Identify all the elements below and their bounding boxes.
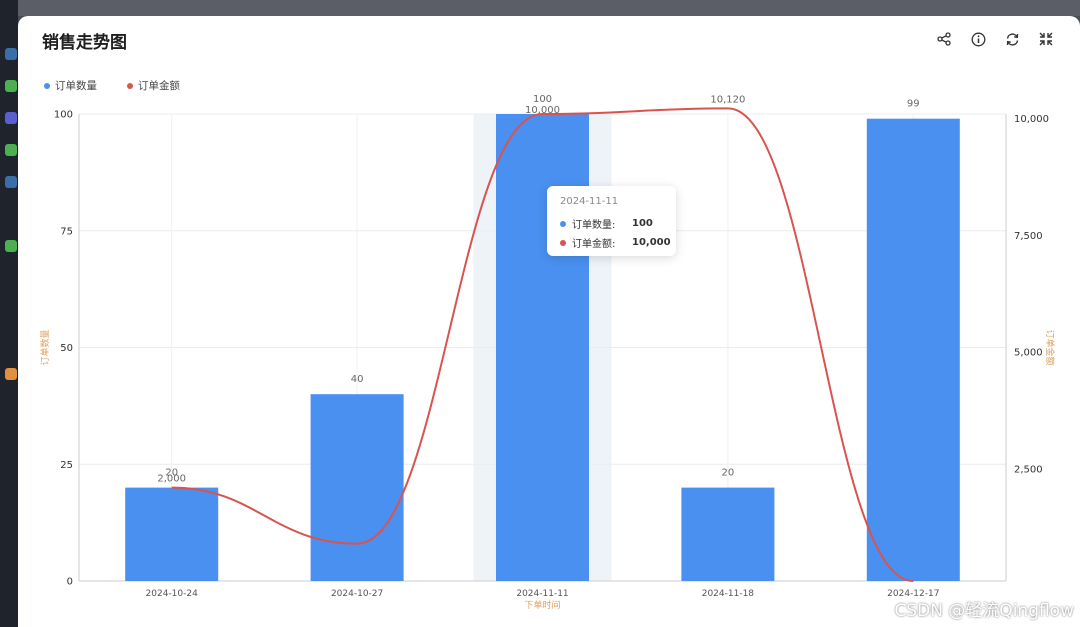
bar xyxy=(496,114,589,581)
y-tick-label: 50 xyxy=(60,343,73,354)
watermark: CSDN @轻流Qingflow xyxy=(894,601,1074,621)
x-tick-label: 2024-10-24 xyxy=(146,589,199,599)
chart-tooltip: 2024-11-11 订单数量: 100 订单金额: 10,000 xyxy=(547,186,676,256)
x-tick-label: 2024-10-27 xyxy=(331,589,383,599)
line-data-label: 10,120 xyxy=(710,94,745,105)
y-axis-title: 订单数量 xyxy=(39,329,51,365)
tooltip-dot xyxy=(560,220,566,227)
y2-tick-label: 7,500 xyxy=(1014,231,1043,242)
tooltip-date: 2024-11-11 xyxy=(560,196,619,207)
tooltip-row-count: 订单数量: 100 xyxy=(560,216,653,231)
tooltip-name: 订单金额: xyxy=(572,239,616,250)
bar xyxy=(310,394,404,581)
bar-data-label: 99 xyxy=(907,99,920,110)
tooltip-value: 10,000 xyxy=(632,237,671,248)
tooltip-value: 100 xyxy=(632,218,653,229)
x-axis-title: 下单时间 xyxy=(524,599,560,611)
y2-tick-label: 10,000 xyxy=(1014,114,1049,125)
y-tick-label: 100 xyxy=(54,110,73,121)
bar-data-label: 40 xyxy=(351,374,364,385)
bar-data-label: 20 xyxy=(722,468,735,479)
line-data-label: 10,000 xyxy=(525,105,560,116)
combo-chart: 02550751002,5005,0007,50010,000204010020… xyxy=(39,94,1056,611)
y2-axis-title: 订单金额 xyxy=(1044,329,1056,365)
tooltip-row-amount: 订单金额: 10,000 xyxy=(560,235,671,250)
bar xyxy=(681,487,775,581)
bar-data-label: 100 xyxy=(533,94,552,105)
tooltip-name: 订单数量: xyxy=(572,220,616,231)
x-tick-label: 2024-11-18 xyxy=(702,589,755,599)
y-tick-label: 25 xyxy=(60,460,73,471)
x-tick-label: 2024-11-11 xyxy=(516,589,568,599)
bar xyxy=(125,487,219,581)
y2-tick-label: 2,500 xyxy=(1014,464,1043,475)
y2-tick-label: 5,000 xyxy=(1014,348,1043,359)
bar xyxy=(866,118,960,582)
tooltip-dot xyxy=(560,239,566,246)
y-tick-label: 75 xyxy=(60,226,73,237)
y-tick-label: 0 xyxy=(67,577,73,588)
line-data-label: 2,000 xyxy=(157,474,186,485)
